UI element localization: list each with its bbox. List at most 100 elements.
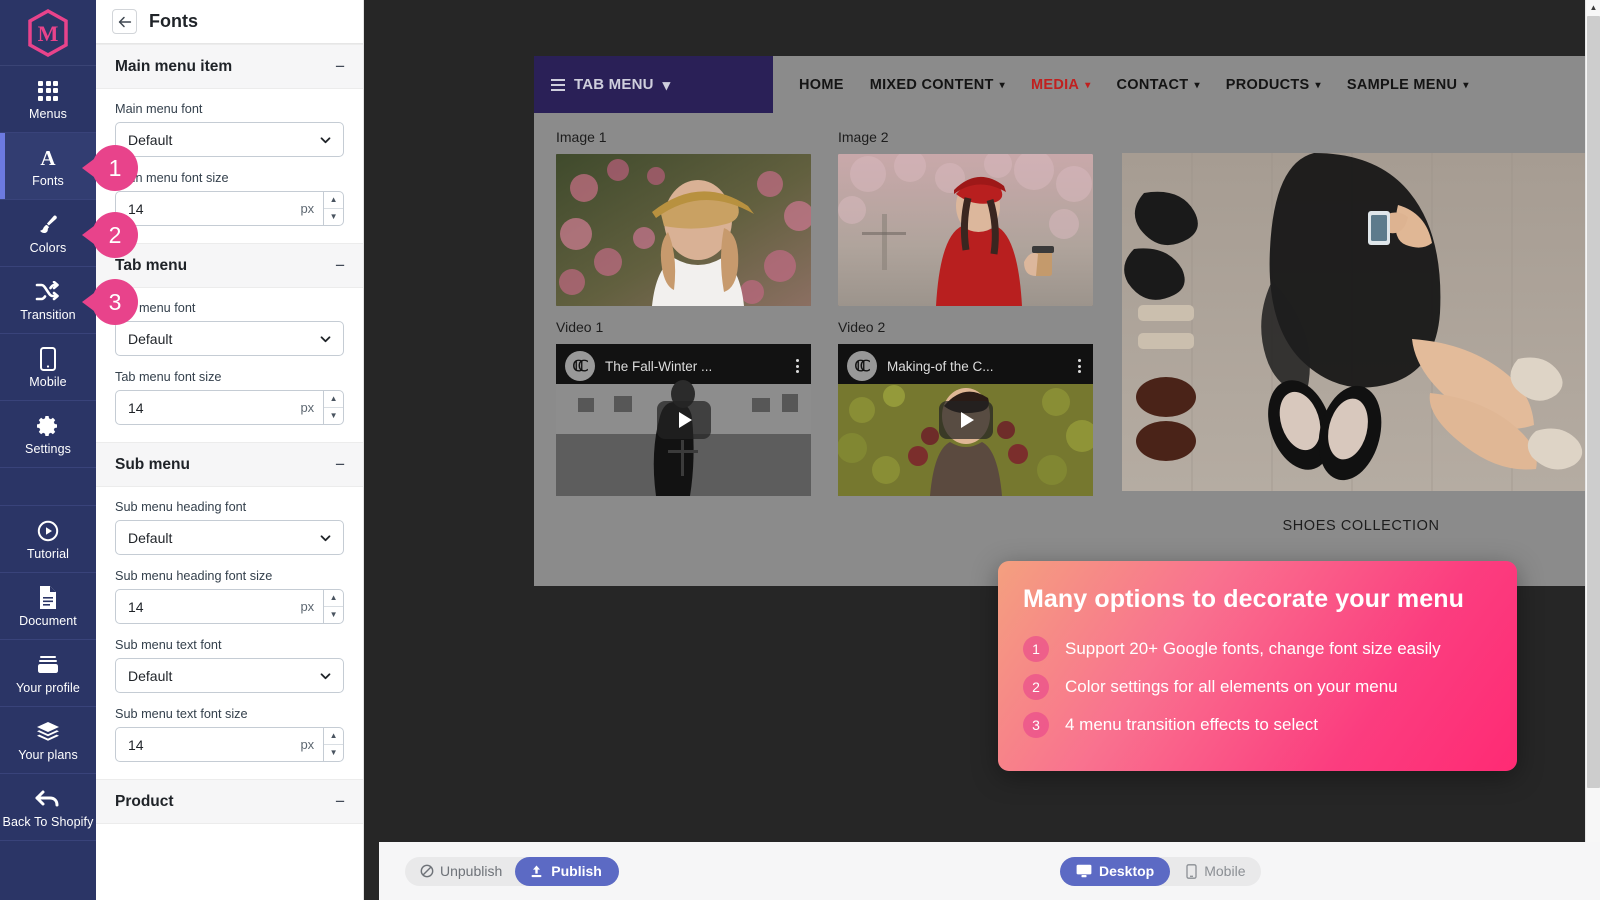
stepper-up-icon[interactable]: ▲ xyxy=(324,728,343,745)
field-label: Sub menu text font size xyxy=(115,707,248,721)
promo-item-text: Support 20+ Google fonts, change font si… xyxy=(1065,639,1441,658)
stepper-down-icon[interactable]: ▼ xyxy=(324,745,343,761)
field-sub-menu-text-font-size: Sub menu text font size 14 px ▲ ▼ xyxy=(115,707,344,762)
video1-thumbnail[interactable]: ℂℂ The Fall-Winter ... xyxy=(556,344,811,496)
sub-menu-heading-font-select[interactable]: Default xyxy=(115,520,344,555)
tab-menu-font-size-stepper[interactable]: 14 px ▲ ▼ xyxy=(115,390,344,425)
play-icon[interactable] xyxy=(938,401,993,439)
main-menu-font-select[interactable]: Default xyxy=(115,122,344,157)
nav-item-mixed-content[interactable]: MIXED CONTENT ▾ xyxy=(870,77,1005,93)
minus-icon[interactable]: − xyxy=(335,793,345,810)
stepper-up-icon[interactable]: ▲ xyxy=(324,590,343,607)
publish-button[interactable]: Publish xyxy=(515,856,619,886)
video2-thumbnail[interactable]: ℂℂ Making-of the C... xyxy=(838,344,1093,496)
stepper-value[interactable]: 14 xyxy=(116,728,296,761)
kebab-menu-icon[interactable] xyxy=(1076,357,1083,375)
nav-item-home[interactable]: HOME xyxy=(799,77,844,93)
stepper-up-icon[interactable]: ▲ xyxy=(324,391,343,408)
image1-label: Image 1 xyxy=(556,129,607,145)
no-entry-icon xyxy=(420,864,434,878)
video1-overlay-bar: ℂℂ The Fall-Winter ... xyxy=(556,344,811,388)
image1-thumbnail[interactable] xyxy=(556,154,811,306)
section-header-sub-menu[interactable]: Sub menu − xyxy=(96,442,363,487)
chanel-logo-icon: ℂℂ xyxy=(565,351,595,381)
grid-icon xyxy=(38,78,58,104)
image2-thumbnail[interactable] xyxy=(838,154,1093,306)
chevron-down-icon xyxy=(319,332,332,345)
field-main-menu-font: Main menu font Default xyxy=(115,102,344,157)
app-logo[interactable]: M xyxy=(0,0,96,66)
stepper-value[interactable]: 14 xyxy=(116,391,296,424)
nav-item-sample-menu[interactable]: SAMPLE MENU ▾ xyxy=(1347,77,1469,93)
section-header-product[interactable]: Product − xyxy=(96,779,363,824)
letter-a-icon: A xyxy=(36,145,60,171)
minus-icon[interactable]: − xyxy=(335,58,345,75)
chevron-down-icon: ▾ xyxy=(999,79,1005,91)
panel-scrollbar[interactable]: ▲ ▼ xyxy=(1585,0,1600,900)
field-label: Sub menu text font xyxy=(115,638,222,652)
stepper-arrows[interactable]: ▲ ▼ xyxy=(323,590,343,623)
stepper-down-icon[interactable]: ▼ xyxy=(324,408,343,424)
sub-menu-text-font-select[interactable]: Default xyxy=(115,658,344,693)
nav-item-contact[interactable]: CONTACT ▾ xyxy=(1117,77,1200,93)
stepper-arrows[interactable]: ▲ ▼ xyxy=(323,192,343,225)
sidebar-item-tutorial[interactable]: Tutorial xyxy=(0,506,96,573)
nav-item-products[interactable]: PRODUCTS ▾ xyxy=(1226,77,1321,93)
chevron-down-icon xyxy=(319,669,332,682)
nav-items: HOME MIXED CONTENT ▾ MEDIA ▾ CONTACT ▾ P… xyxy=(773,56,1600,113)
image2-label: Image 2 xyxy=(838,129,889,145)
field-label: Tab menu font xyxy=(115,301,196,315)
desktop-toggle-button[interactable]: Desktop xyxy=(1060,856,1171,886)
chevron-down-icon xyxy=(319,133,332,146)
promo-item-2: 2 Color settings for all elements on you… xyxy=(1023,674,1489,700)
sub-menu-text-font-size-stepper[interactable]: 14 px ▲ ▼ xyxy=(115,727,344,762)
tab-menu-font-select[interactable]: Default xyxy=(115,321,344,356)
stepper-value[interactable]: 14 xyxy=(116,192,296,225)
play-icon[interactable] xyxy=(656,401,711,439)
kebab-menu-icon[interactable] xyxy=(794,357,801,375)
sidebar-item-document[interactable]: Document xyxy=(0,573,96,640)
sidebar-item-label: Your profile xyxy=(16,680,80,695)
stepper-value[interactable]: 14 xyxy=(116,590,296,623)
nav-item-media[interactable]: MEDIA ▾ xyxy=(1031,77,1091,93)
field-label: Sub menu heading font size xyxy=(115,569,273,583)
sidebar-item-label: Document xyxy=(19,613,77,628)
sidebar-item-back-to-shopify[interactable]: Back To Shopify xyxy=(0,774,96,841)
media-column-1: Image 1 Video 1 ℂℂ The Fall-Winter ... xyxy=(556,129,811,496)
sidebar-item-settings[interactable]: Settings xyxy=(0,401,96,468)
sub-menu-heading-font-size-stepper[interactable]: 14 px ▲ ▼ xyxy=(115,589,344,624)
section-header-main-menu-item[interactable]: Main menu item − xyxy=(96,44,363,89)
paintbrush-icon xyxy=(36,212,60,238)
sidebar-item-your-profile[interactable]: Your profile xyxy=(0,640,96,707)
shoes-collection-image[interactable] xyxy=(1122,153,1600,491)
sidebar-item-your-plans[interactable]: Your plans xyxy=(0,707,96,774)
minus-icon[interactable]: − xyxy=(335,456,345,473)
chevron-up-icon[interactable]: ▲ xyxy=(1586,0,1600,15)
scrollbar-thumb[interactable] xyxy=(1587,16,1600,788)
unpublish-button[interactable]: Unpublish xyxy=(405,857,515,886)
field-label: Main menu font size xyxy=(115,171,229,185)
field-tab-menu-font-size: Tab menu font size 14 px ▲ ▼ xyxy=(115,370,344,425)
minus-icon[interactable]: − xyxy=(335,257,345,274)
sidebar-item-mobile[interactable]: Mobile xyxy=(0,334,96,401)
mobile-toggle-button[interactable]: Mobile xyxy=(1170,857,1261,886)
chevron-down-icon: ▾ xyxy=(1463,79,1469,91)
nav-item-label: MEDIA xyxy=(1030,76,1080,93)
stepper-arrows[interactable]: ▲ ▼ xyxy=(323,391,343,424)
panel-back-button[interactable] xyxy=(112,9,137,34)
tab-menu-button[interactable]: TAB MENU ▾ xyxy=(534,56,773,113)
section-header-tab-menu[interactable]: Tab menu − xyxy=(96,243,363,288)
phone-icon xyxy=(1186,863,1197,879)
play-circle-icon xyxy=(36,518,60,544)
stepper-arrows[interactable]: ▲ ▼ xyxy=(323,728,343,761)
stepper-up-icon[interactable]: ▲ xyxy=(324,192,343,209)
nav-item-label: SAMPLE MENU xyxy=(1346,76,1458,93)
section-title: Main menu item xyxy=(115,57,233,75)
stepper-down-icon[interactable]: ▼ xyxy=(324,209,343,225)
main-menu-font-size-stepper[interactable]: 14 px ▲ ▼ xyxy=(115,191,344,226)
preview-navbar: TAB MENU ▾ HOME MIXED CONTENT ▾ MEDIA ▾ xyxy=(534,56,1600,113)
promo-number-badge: 2 xyxy=(1023,674,1049,700)
stepper-down-icon[interactable]: ▼ xyxy=(324,607,343,623)
sidebar-item-menus[interactable]: Menus xyxy=(0,66,96,133)
promo-number-badge: 1 xyxy=(1023,636,1049,662)
